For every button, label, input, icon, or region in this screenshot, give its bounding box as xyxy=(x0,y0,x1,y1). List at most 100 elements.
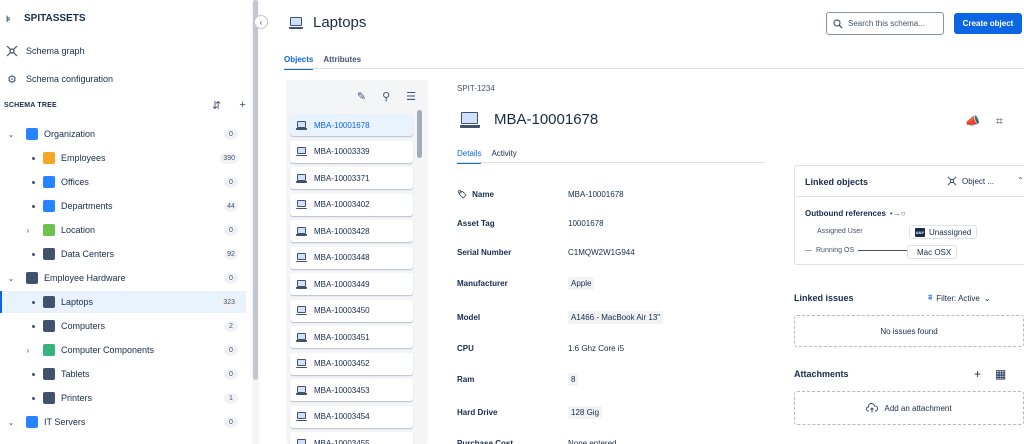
object-list-scrollbar[interactable] xyxy=(417,110,422,158)
count-badge: 0 xyxy=(224,224,238,236)
scrollbar-thumb[interactable] xyxy=(253,0,258,380)
bullet-icon xyxy=(32,253,35,256)
chevron-right-icon[interactable]: › xyxy=(24,346,32,355)
grid-view-icon[interactable]: ▦ xyxy=(995,367,1006,381)
ref-chip-assigned-user[interactable]: ANY Unassigned xyxy=(909,225,978,239)
count-badge: 0 xyxy=(224,128,238,140)
object-card[interactable]: MBA-10003450 xyxy=(290,299,413,322)
object-card[interactable]: MBA-10001678 xyxy=(290,114,413,136)
data-centers-icon xyxy=(43,248,55,260)
attribute-value[interactable]: None entered xyxy=(568,439,616,444)
object-card[interactable]: MBA-10003454 xyxy=(290,405,413,428)
chevron-down-icon[interactable]: ⌄ xyxy=(7,130,15,139)
attribute-value[interactable]: 128 Gig xyxy=(568,406,603,419)
attribute-label-text: Purchase Cost xyxy=(457,439,514,444)
attribute-label: CPU xyxy=(457,344,474,353)
schema-brand[interactable]: ⊧ SPITASSETS xyxy=(6,13,86,24)
object-card-label: MBA-10003448 xyxy=(314,253,370,262)
attribute-value[interactable]: C1MQW2W1G944 xyxy=(568,248,635,257)
attribute-value[interactable]: A1466 - MacBook Air 13" xyxy=(568,311,664,324)
attribute-label-text: Manufacturer xyxy=(457,279,508,288)
chevron-down-icon: ⌄ xyxy=(983,293,991,303)
attribute-label-text: CPU xyxy=(457,344,474,353)
tree-item-computers[interactable]: Computers 2 xyxy=(0,315,246,337)
add-icon[interactable]: + xyxy=(974,367,981,381)
tree-item-location[interactable]: › Location 0 xyxy=(0,219,246,241)
tree-item-it-servers[interactable]: ⌄ IT Servers 0 xyxy=(0,411,246,433)
tree-item-label: Computers xyxy=(61,321,106,331)
object-card[interactable]: MBA-10003451 xyxy=(290,326,413,348)
add-attachment-dropzone[interactable]: Add an attachment xyxy=(794,391,1024,425)
nav-schema-configuration[interactable]: ⚙ Schema configuration xyxy=(6,73,114,86)
issues-filter-dropdown[interactable]: ⩩ Filter: Active ⌄ xyxy=(928,293,991,303)
tree-item-data-centers[interactable]: Data Centers 92 xyxy=(0,243,246,265)
object-card[interactable]: MBA-10003453 xyxy=(290,379,413,401)
edit-columns-icon[interactable]: ✎ xyxy=(357,90,366,103)
globe-icon xyxy=(43,224,55,236)
attribute-value[interactable]: 1.6 Ghz Core i5 xyxy=(568,344,624,353)
count-badge: 390 xyxy=(220,152,238,164)
sidebar-scrollbar[interactable] xyxy=(252,0,259,444)
object-title: MBA-10001678 xyxy=(460,111,598,128)
feedback-icon[interactable]: 📣 xyxy=(965,114,980,129)
chevron-down-icon[interactable]: ⌄ xyxy=(7,274,15,283)
tree-item-printers[interactable]: Printers 1 xyxy=(0,387,246,409)
tree-item-offices[interactable]: Offices 0 xyxy=(0,171,246,193)
chevron-up-icon[interactable]: ⌃ xyxy=(1017,176,1024,185)
bullet-icon xyxy=(32,181,35,184)
filter-icon[interactable]: ⚲ xyxy=(382,90,390,103)
nav-label: Schema configuration xyxy=(26,74,114,84)
attribute-value[interactable]: MBA-10001678 xyxy=(568,190,624,199)
laptop-icon xyxy=(296,253,307,262)
outbound-label: Outbound references xyxy=(805,209,886,218)
tree-item-employee-hardware[interactable]: ⌄ Employee Hardware 0 xyxy=(0,267,246,289)
add-icon[interactable]: + xyxy=(239,99,246,112)
object-card[interactable]: MBA-10003452 xyxy=(290,352,413,375)
list-view-icon[interactable]: ☰ xyxy=(406,90,416,103)
tree-item-employees[interactable]: Employees 390 xyxy=(0,147,246,169)
create-object-button[interactable]: Create object xyxy=(954,13,1022,34)
tree-item-organization[interactable]: ⌄ Organization 0 xyxy=(0,123,246,145)
reorder-icon[interactable]: ⇵ xyxy=(212,99,221,112)
qr-code-icon[interactable]: ⌗ xyxy=(996,114,1003,129)
no-issues-box: No issues found xyxy=(794,315,1024,347)
linked-objects-header[interactable]: Linked objects Object ... ⌃ xyxy=(795,166,1024,197)
ref-label-running-os: — Running OS › xyxy=(805,247,916,254)
object-card[interactable]: MBA-10003455 xyxy=(290,432,413,444)
laptop-icon xyxy=(296,120,307,130)
object-card[interactable]: MBA-10003339 xyxy=(290,140,413,163)
attribute-label-text: Model xyxy=(457,313,481,322)
laptop-icon xyxy=(296,200,307,209)
search-input[interactable]: Search this schema... xyxy=(826,12,944,35)
laptop-icon xyxy=(296,412,307,421)
ref-chip-running-os[interactable]: Mac OSX xyxy=(907,245,958,259)
printer-icon xyxy=(43,392,55,404)
tree-item-label: Employee Hardware xyxy=(44,273,126,283)
laptop-icon xyxy=(296,332,307,342)
object-card[interactable]: MBA-10003449 xyxy=(290,273,413,295)
bullet-icon xyxy=(32,373,35,376)
nav-schema-graph[interactable]: Schema graph xyxy=(6,45,85,57)
tree-item-tablets[interactable]: Tablets 0 xyxy=(0,363,246,385)
count-badge: 0 xyxy=(224,344,238,356)
object-card[interactable]: MBA-10003448 xyxy=(290,246,413,269)
attribute-value[interactable]: 10001678 xyxy=(568,219,604,228)
tree-item-departments[interactable]: Departments 44 xyxy=(0,195,246,217)
attribute-value[interactable]: 8 xyxy=(568,373,579,386)
bullet-icon xyxy=(32,157,35,160)
object-graph-view-button[interactable]: Object ... xyxy=(947,176,994,186)
outbound-references: Outbound references •→○ xyxy=(805,209,906,218)
collapse-sidebar-button[interactable]: ‹ xyxy=(254,15,268,29)
attribute-value[interactable]: Apple xyxy=(568,277,595,290)
chevron-down-icon[interactable]: ⌄ xyxy=(7,418,15,427)
laptop-icon xyxy=(296,226,307,236)
object-card[interactable]: MBA-10003371 xyxy=(290,167,413,189)
tree-item-computer-components[interactable]: › Computer Components 0 xyxy=(0,339,246,361)
offices-icon xyxy=(43,176,55,188)
object-card[interactable]: MBA-10003402 xyxy=(290,193,413,216)
filter-label: Filter: Active xyxy=(936,293,980,303)
tree-item-laptops[interactable]: Laptops 323 xyxy=(0,291,246,313)
departments-icon xyxy=(43,200,55,212)
object-card[interactable]: MBA-10003428 xyxy=(290,220,413,242)
chevron-right-icon[interactable]: › xyxy=(24,226,32,235)
